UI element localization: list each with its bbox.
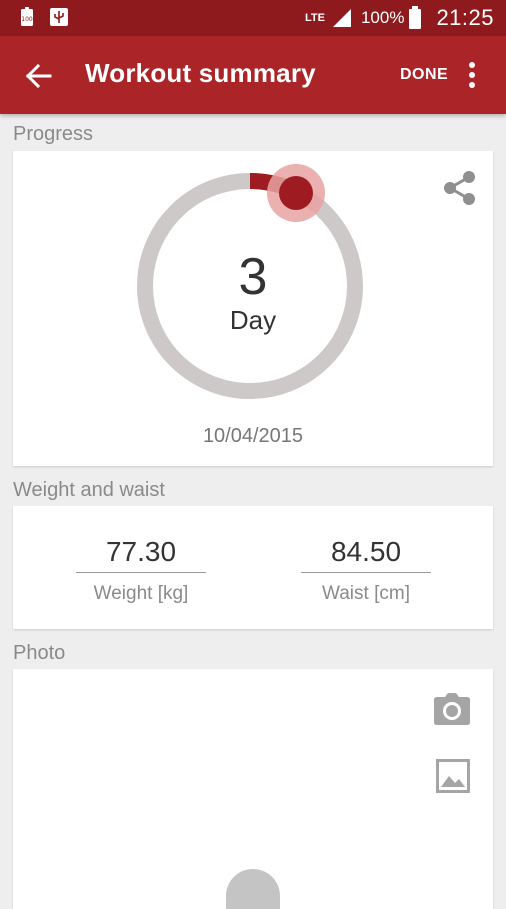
progress-date: 10/04/2015	[202, 425, 304, 447]
svg-text:100: 100	[21, 16, 33, 23]
photo-section-label: Photo	[13, 642, 66, 664]
progress-knob[interactable]	[279, 176, 313, 210]
status-bar: 100 LTE 100% 21:25	[0, 0, 506, 36]
photo-card	[13, 669, 493, 909]
avatar-icon	[226, 869, 280, 909]
weight-input[interactable]: 77.30	[76, 536, 206, 573]
battery-icon	[409, 6, 422, 29]
usb-icon	[50, 8, 68, 26]
app-bar: Workout summary DONE	[0, 36, 506, 114]
battery-100-icon: 100	[21, 7, 33, 26]
share-icon[interactable]	[441, 169, 479, 207]
day-number: 3	[238, 248, 268, 306]
image-icon[interactable]	[436, 759, 470, 793]
waist-label: Waist [cm]	[322, 583, 410, 604]
page-title: Workout summary	[85, 58, 316, 88]
waist-input[interactable]: 84.50	[301, 536, 431, 573]
day-unit: Day	[229, 305, 277, 335]
clock: 21:25	[436, 5, 494, 30]
battery-percent: 100%	[360, 8, 405, 27]
progress-section-label: Progress	[13, 123, 94, 145]
waist-field[interactable]: 84.50 Waist [cm]	[301, 536, 431, 605]
progress-card: 3 Day 10/04/2015	[13, 151, 493, 466]
back-arrow-icon[interactable]	[22, 59, 56, 93]
signal-icon	[332, 9, 351, 27]
weight-field[interactable]: 77.30 Weight [kg]	[76, 536, 206, 605]
weight-label: Weight [kg]	[93, 583, 189, 604]
network-type: LTE	[304, 12, 325, 24]
done-button[interactable]: DONE	[400, 66, 448, 84]
weight-waist-section-label: Weight and waist	[13, 479, 165, 501]
weight-waist-card: 77.30 Weight [kg] 84.50 Waist [cm]	[13, 506, 493, 629]
camera-icon[interactable]	[433, 693, 471, 725]
overflow-menu-icon[interactable]	[462, 60, 482, 90]
